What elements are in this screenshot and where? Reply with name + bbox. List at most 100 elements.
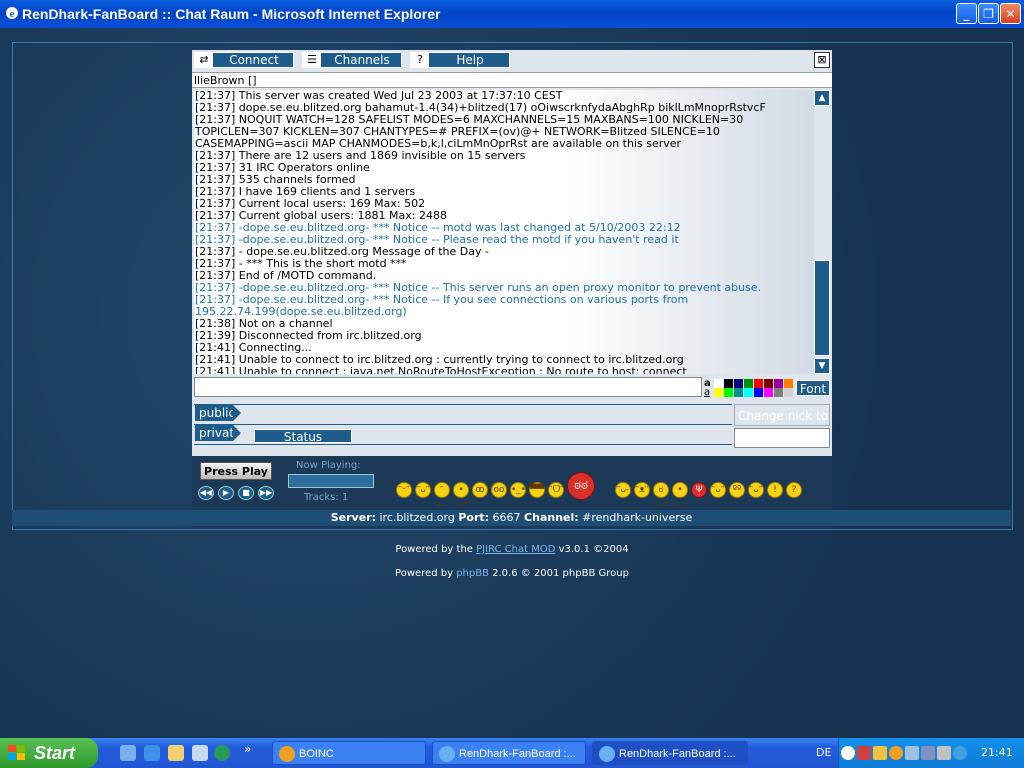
color-swatch[interactable] — [714, 388, 723, 397]
taskbar: Start » BOINC RenDhark-FanBoard :... Ren… — [0, 738, 1024, 768]
chat-toolbar: ⇄ Connect ☰ Channels ? Help ⊠ — [192, 50, 832, 72]
color-swatch[interactable] — [774, 379, 783, 388]
tray-network-icon[interactable] — [905, 746, 919, 760]
devil-smiley-icon[interactable]: Ψ — [691, 482, 707, 498]
rewind-icon[interactable]: ◀◀ — [198, 486, 214, 500]
pjirc-link[interactable]: PJIRC Chat MOD — [476, 544, 555, 555]
start-button[interactable]: Start — [0, 738, 98, 768]
stop-icon[interactable]: ■ — [238, 486, 254, 500]
color-swatch[interactable] — [734, 388, 743, 397]
scroll-thumb[interactable] — [814, 260, 830, 356]
minimize-icon[interactable]: _ — [956, 3, 977, 24]
font-button[interactable]: Font — [796, 380, 830, 396]
frown-smiley-icon[interactable]: •︵• — [453, 482, 469, 509]
now-playing-label: Now Playing: — [296, 460, 361, 471]
color-swatch[interactable] — [774, 388, 783, 397]
browser-page: ⇄ Connect ☰ Channels ? Help ⊠ llieBrown … — [0, 28, 1024, 738]
format-toggle[interactable]: a a — [704, 379, 712, 398]
ie-quicklaunch-icon[interactable] — [144, 745, 160, 761]
tray-boinc-icon[interactable] — [889, 746, 903, 760]
color-swatch[interactable] — [744, 379, 753, 388]
task-label: BOINC — [299, 748, 334, 760]
help-button[interactable]: ? Help — [410, 52, 510, 68]
cool-smiley-icon[interactable]: ▀▀ — [529, 482, 545, 498]
windows-flag-icon — [8, 745, 25, 760]
connect-button[interactable]: ⇄ Connect — [194, 52, 294, 68]
scroll-up-icon[interactable]: ▲ — [814, 90, 830, 106]
question-icon[interactable]: ? — [786, 482, 802, 498]
quicklaunch-expand-icon[interactable]: » — [244, 742, 251, 756]
razz-smiley-icon[interactable]: ᵔᴥᵔ — [634, 482, 650, 498]
window-titlebar[interactable]: e RenDhark-FanBoard :: Chat Raum - Micro… — [0, 0, 1024, 28]
color-swatch[interactable] — [764, 379, 773, 388]
pjirc-applet: ⇄ Connect ☰ Channels ? Help ⊠ llieBrown … — [192, 50, 832, 528]
show-desktop-icon[interactable] — [120, 745, 136, 761]
grin-smiley-icon[interactable]: ᵔᵕᵔ — [396, 482, 412, 498]
laugh-smiley-icon[interactable]: ᵔᗜᵔ — [548, 482, 564, 498]
media-quicklaunch-icon[interactable] — [192, 745, 208, 761]
language-indicator[interactable]: DE — [816, 746, 831, 759]
forward-icon[interactable]: ▶▶ — [258, 486, 274, 500]
tray-flag-icon[interactable] — [857, 746, 871, 760]
play-icon[interactable]: ▶ — [218, 486, 234, 500]
mad-smiley-icon[interactable]: ಠ︵ಠ — [653, 482, 669, 509]
angry-smiley-icon[interactable]: ಠಠ — [567, 472, 595, 500]
tab-public[interactable]: public — [195, 405, 241, 421]
task-fanboard-1[interactable]: RenDhark-FanBoard :... — [432, 741, 586, 765]
change-nick-input[interactable] — [734, 428, 830, 448]
chat-log: [21:37] This server was created Wed Jul … — [194, 90, 814, 374]
smile2-smiley-icon[interactable]: ᵔᴗᵔ — [748, 482, 764, 498]
confused-smiley-icon[interactable]: ꝏ — [472, 482, 488, 498]
color-swatch[interactable] — [724, 388, 733, 397]
message-input[interactable] — [194, 377, 702, 397]
ie-logo-icon: e — [6, 7, 18, 20]
channels-label: Channels — [334, 53, 390, 67]
color-swatch[interactable] — [724, 379, 733, 388]
roll-smiley-icon[interactable]: ºº — [729, 482, 745, 498]
tray-globe-icon[interactable] — [953, 746, 967, 760]
globe-quicklaunch-icon[interactable] — [214, 745, 230, 761]
phpbb-link[interactable]: phpBB — [456, 568, 489, 579]
tray-app-icon[interactable] — [873, 746, 887, 760]
maximize-icon[interactable]: ❐ — [978, 3, 999, 24]
wink-smiley-icon[interactable]: ᵔᴗ- — [615, 482, 631, 498]
sick-smiley-icon[interactable]: •︵• — [672, 482, 688, 509]
channels-button[interactable]: ☰ Channels — [302, 52, 402, 68]
color-palette[interactable] — [714, 379, 794, 397]
scroll-down-icon[interactable]: ▼ — [814, 358, 830, 374]
close-channel-icon[interactable]: ⊠ — [814, 52, 830, 68]
credit-text: Powered by the — [395, 544, 477, 555]
sad-smiley-icon[interactable]: ᵔ︵ᵔ — [434, 482, 450, 509]
nick-bar: llieBrown [] — [192, 72, 832, 88]
color-swatch[interactable] — [784, 388, 793, 397]
status-tab[interactable]: Status — [254, 429, 352, 444]
color-swatch[interactable] — [714, 379, 723, 388]
color-swatch[interactable] — [744, 388, 753, 397]
press-play-button[interactable]: Press Play — [200, 462, 272, 480]
underline-format-icon[interactable]: a — [704, 388, 712, 398]
eek-smiley-icon[interactable]: oo — [491, 482, 507, 498]
neutral-smiley-icon[interactable]: •_• — [510, 482, 526, 498]
close-icon[interactable]: ✕ — [1000, 3, 1021, 24]
phpbb-credit: Powered by phpBB 2.0.6 © 2001 phpBB Grou… — [0, 568, 1024, 579]
task-boinc[interactable]: BOINC — [272, 741, 426, 765]
tab-private[interactable]: private — [195, 425, 241, 441]
port-value: 6667 — [492, 511, 521, 524]
chat-scrollbar[interactable]: ▲ ▼ — [814, 90, 830, 374]
server-label: Server: — [330, 511, 376, 524]
color-swatch[interactable] — [734, 379, 743, 388]
color-swatch[interactable] — [754, 388, 763, 397]
change-nick-field[interactable]: Change nick to — [734, 404, 830, 426]
tray-volume-icon[interactable] — [937, 746, 951, 760]
color-swatch[interactable] — [764, 388, 773, 397]
tray-network2-icon[interactable] — [921, 746, 935, 760]
explorer-quicklaunch-icon[interactable] — [168, 745, 184, 761]
tray-back-icon[interactable] — [841, 746, 855, 760]
color-swatch[interactable] — [754, 379, 763, 388]
exclaim-icon[interactable]: ! — [767, 482, 783, 498]
task-fanboard-2[interactable]: RenDhark-FanBoard :... — [592, 741, 748, 765]
evil-smiley-icon[interactable]: ᵔᴗᵔ — [710, 482, 726, 498]
color-swatch[interactable] — [784, 379, 793, 388]
tab-divider — [194, 404, 732, 405]
smile-smiley-icon[interactable]: ᵔᴗᵔ — [415, 482, 431, 498]
